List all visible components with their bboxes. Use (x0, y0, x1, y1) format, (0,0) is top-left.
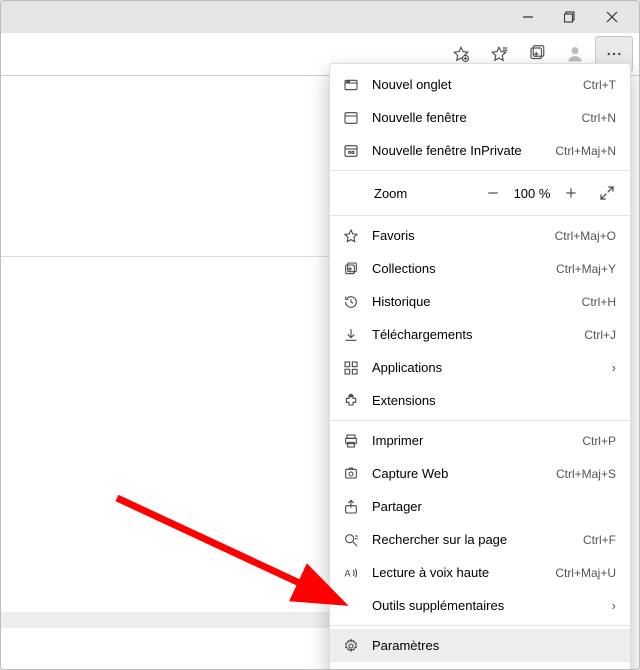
search-icon (342, 531, 360, 549)
menu-separator (330, 215, 630, 216)
menu-separator (330, 170, 630, 171)
settings-menu: Nouvel onglet Ctrl+T Nouvelle fenêtre Ct… (329, 63, 631, 670)
zoom-value: 100 % (508, 186, 556, 201)
menu-item-label: Capture Web (372, 466, 544, 481)
window-close-button[interactable] (591, 2, 633, 32)
menu-item-zoom: Zoom 100 % (330, 174, 630, 212)
chevron-right-icon: › (606, 360, 616, 375)
share-icon (342, 498, 360, 516)
collections-icon (342, 260, 360, 278)
menu-item-label: Nouvelle fenêtre InPrivate (372, 143, 543, 158)
window-icon (342, 109, 360, 127)
menu-item-help[interactable]: Aide et commentaires › (330, 662, 630, 670)
menu-item-shortcut: Ctrl+Maj+S (556, 467, 616, 481)
star-icon (342, 227, 360, 245)
svg-text:A: A (344, 568, 351, 578)
menu-item-read-aloud[interactable]: A Lecture à voix haute Ctrl+Maj+U (330, 556, 630, 589)
read-aloud-icon: A (342, 564, 360, 582)
fullscreen-button[interactable] (592, 178, 622, 208)
chevron-right-icon: › (606, 598, 616, 613)
menu-item-label: Extensions (372, 393, 616, 408)
menu-item-new-tab[interactable]: Nouvel onglet Ctrl+T (330, 68, 630, 101)
menu-item-new-inprivate[interactable]: Nouvelle fenêtre InPrivate Ctrl+Maj+N (330, 134, 630, 167)
menu-item-label: Collections (372, 261, 544, 276)
menu-item-label: Paramètres (372, 638, 616, 653)
new-tab-icon (342, 76, 360, 94)
menu-item-shortcut: Ctrl+P (582, 434, 616, 448)
menu-item-more-tools[interactable]: Outils supplémentaires › (330, 589, 630, 622)
menu-item-extensions[interactable]: Extensions (330, 384, 630, 417)
menu-item-label: Nouvelle fenêtre (372, 110, 570, 125)
menu-item-history[interactable]: Historique Ctrl+H (330, 285, 630, 318)
menu-item-shortcut: Ctrl+Maj+O (555, 229, 616, 243)
zoom-in-button[interactable] (556, 178, 586, 208)
menu-item-shortcut: Ctrl+N (582, 111, 616, 125)
history-icon (342, 293, 360, 311)
menu-item-shortcut: Ctrl+F (583, 533, 616, 547)
menu-item-apps[interactable]: Applications › (330, 351, 630, 384)
menu-item-label: Téléchargements (372, 327, 572, 342)
zoom-out-button[interactable] (478, 178, 508, 208)
window-minimize-button[interactable] (507, 2, 549, 32)
menu-separator (330, 420, 630, 421)
content-separator (1, 612, 341, 628)
menu-item-new-window[interactable]: Nouvelle fenêtre Ctrl+N (330, 101, 630, 134)
menu-item-shortcut: Ctrl+J (584, 328, 616, 342)
menu-item-label: Applications (372, 360, 594, 375)
zoom-label: Zoom (374, 186, 478, 201)
menu-item-collections[interactable]: Collections Ctrl+Maj+Y (330, 252, 630, 285)
capture-icon (342, 465, 360, 483)
apps-icon (342, 359, 360, 377)
menu-item-label: Lecture à voix haute (372, 565, 543, 580)
window-maximize-button[interactable] (549, 2, 591, 32)
menu-item-shortcut: Ctrl+T (583, 78, 616, 92)
menu-item-print[interactable]: Imprimer Ctrl+P (330, 424, 630, 457)
menu-item-label: Imprimer (372, 433, 570, 448)
window-titlebar (1, 1, 639, 33)
menu-item-shortcut: Ctrl+Maj+N (555, 144, 616, 158)
content-separator (1, 256, 341, 257)
extensions-icon (342, 392, 360, 410)
inprivate-icon (342, 142, 360, 160)
menu-item-label: Partager (372, 499, 616, 514)
print-icon (342, 432, 360, 450)
menu-item-label: Historique (372, 294, 570, 309)
menu-item-settings[interactable]: Paramètres (330, 629, 630, 662)
download-icon (342, 326, 360, 344)
menu-item-shortcut: Ctrl+H (582, 295, 616, 309)
menu-item-find[interactable]: Rechercher sur la page Ctrl+F (330, 523, 630, 556)
menu-item-label: Favoris (372, 228, 543, 243)
menu-item-label: Nouvel onglet (372, 77, 571, 92)
menu-item-label: Outils supplémentaires (372, 598, 594, 613)
menu-item-downloads[interactable]: Téléchargements Ctrl+J (330, 318, 630, 351)
menu-item-label: Rechercher sur la page (372, 532, 571, 547)
menu-separator (330, 625, 630, 626)
gear-icon (342, 637, 360, 655)
menu-item-share[interactable]: Partager (330, 490, 630, 523)
menu-item-shortcut: Ctrl+Maj+U (555, 566, 616, 580)
menu-item-favorites[interactable]: Favoris Ctrl+Maj+O (330, 219, 630, 252)
menu-item-shortcut: Ctrl+Maj+Y (556, 262, 616, 276)
menu-item-web-capture[interactable]: Capture Web Ctrl+Maj+S (330, 457, 630, 490)
